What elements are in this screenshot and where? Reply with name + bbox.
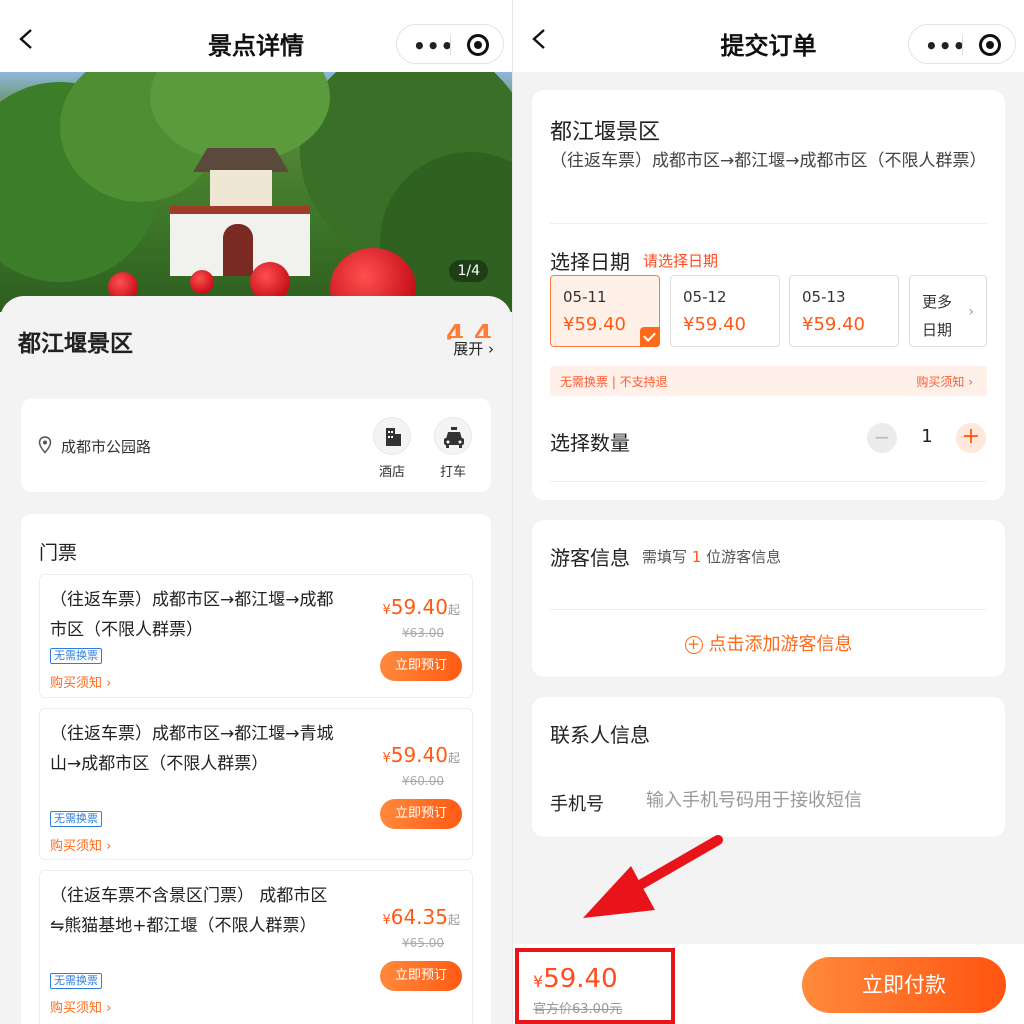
official-price: 官方价63.00元	[533, 1002, 623, 1017]
scenic-detail-panel: 景点详情 ••• 1/4 都江堰景区 4.4 展开 › 成都市公园路 酒店 打车…	[0, 0, 512, 1024]
date-option-price: ¥59.40	[563, 314, 626, 335]
mini-program-capsule[interactable]: •••	[908, 24, 1016, 64]
policy-text: 无需换票 | 不支持退	[560, 375, 668, 389]
order-ticket-desc: （往返车票）成都市区→都江堰→成都市区（不限人群票）	[550, 151, 987, 171]
ticket-item[interactable]: （往返车票）成都市区→都江堰→青城山→成都市区（不限人群票） ¥59.40起 ¥…	[39, 708, 473, 860]
mini-program-capsule[interactable]: •••	[396, 24, 504, 64]
plus-circle-icon: +	[684, 636, 703, 654]
contact-card: 联系人信息 手机号	[532, 697, 1005, 837]
more-dots-icon[interactable]: •••	[925, 34, 966, 58]
book-now-button[interactable]: 立即预订	[380, 799, 462, 829]
quantity-plus-button[interactable]: +	[956, 423, 986, 453]
quantity-minus-button[interactable]: −	[867, 423, 897, 453]
purchase-notice-link[interactable]: 购买须知 ›	[50, 997, 111, 1016]
order-card: 都江堰景区 （往返车票）成都市区→都江堰→成都市区（不限人群票） 选择日期 请选…	[532, 90, 1005, 500]
purchase-notice-link[interactable]: 购买须知 ›	[50, 835, 111, 854]
close-target-icon[interactable]	[979, 34, 1001, 56]
ticket-name: （往返车票）成都市区→都江堰→成都市区（不限人群票）	[50, 590, 334, 640]
nav-bar: 提交订单 •••	[513, 0, 1024, 72]
ticket-price: ¥59.40起	[382, 743, 460, 767]
more-dots-icon[interactable]: •••	[413, 34, 454, 58]
order-spot-name: 都江堰景区	[550, 120, 661, 145]
visitor-title: 游客信息	[550, 546, 630, 570]
ticket-original-price: ¥63.00	[402, 626, 444, 640]
checkmark-icon	[640, 327, 660, 347]
date-label: 选择日期	[550, 250, 630, 274]
pay-now-button[interactable]: 立即付款	[802, 957, 1006, 1013]
hotel-button[interactable]: 酒店	[370, 417, 414, 480]
purchase-notice-link[interactable]: 购买须知 ›	[50, 672, 111, 691]
date-option-price: ¥59.40	[683, 314, 746, 335]
book-now-button[interactable]: 立即预订	[380, 651, 462, 681]
submit-order-panel: 提交订单 ••• 都江堰景区 （往返车票）成都市区→都江堰→成都市区（不限人群票…	[513, 0, 1024, 1024]
ticket-price: ¥59.40起	[382, 595, 460, 619]
ticket-item[interactable]: （往返车票）成都市区→都江堰→成都市区（不限人群票） ¥59.40起 ¥63.0…	[39, 574, 473, 698]
location-pin-icon	[38, 436, 52, 454]
date-option[interactable]: 05-12 ¥59.40	[670, 275, 780, 347]
taxi-label: 打车	[439, 465, 466, 480]
detail-sheet: 都江堰景区 4.4 展开 › 成都市公园路 酒店 打车 门票 （往返车票）成都市…	[0, 296, 512, 1024]
address-card[interactable]: 成都市公园路 酒店 打车	[21, 399, 491, 492]
contact-title: 联系人信息	[550, 723, 650, 747]
date-option[interactable]: 05-13 ¥59.40	[789, 275, 899, 347]
taxi-button[interactable]: 打车	[431, 417, 475, 480]
ticket-original-price: ¥60.00	[402, 774, 444, 788]
quantity-label: 选择数量	[550, 431, 630, 455]
add-visitor-button[interactable]: + 点击添加游客信息	[532, 630, 1005, 656]
checkout-bar: ¥59.40 官方价63.00元 立即付款	[513, 944, 1024, 1024]
close-target-icon[interactable]	[467, 34, 489, 56]
phone-label: 手机号	[550, 794, 604, 815]
ticket-name: （往返车票）成都市区→都江堰→青城山→成都市区（不限人群票）	[50, 724, 334, 774]
visitor-card: 游客信息 需填写 1 位游客信息 + 点击添加游客信息	[532, 520, 1005, 677]
chevron-right-icon: ›	[968, 304, 974, 320]
taxi-icon	[444, 427, 464, 448]
ticket-price: ¥64.35起	[382, 905, 460, 929]
nav-bar: 景点详情 •••	[0, 0, 512, 72]
date-option-date: 05-12	[683, 288, 727, 306]
date-option-date: 05-11	[563, 288, 607, 306]
hotel-label: 酒店	[378, 465, 405, 480]
no-exchange-tag: 无需换票	[50, 648, 102, 664]
ticket-original-price: ¥65.00	[402, 936, 444, 950]
visitor-hint: 需填写 1 位游客信息	[642, 548, 782, 566]
total-price-highlight: ¥59.40 官方价63.00元	[515, 948, 675, 1024]
quantity-value: 1	[921, 426, 933, 447]
total-price: ¥59.40	[533, 964, 618, 994]
phone-input[interactable]	[646, 787, 986, 813]
spot-name: 都江堰景区	[18, 331, 133, 357]
address-text: 成都市公园路	[61, 438, 152, 456]
no-exchange-tag: 无需换票	[50, 973, 102, 989]
photo-counter: 1/4	[449, 260, 488, 282]
date-option-price: ¥59.40	[802, 314, 865, 335]
expand-link[interactable]: 展开 ›	[451, 338, 494, 359]
book-now-button[interactable]: 立即预订	[380, 961, 462, 991]
more-dates-button[interactable]: 更多日期 ›	[909, 275, 987, 347]
scenic-photo[interactable]: 1/4	[0, 72, 512, 312]
tickets-card: 门票 （往返车票）成都市区→都江堰→成都市区（不限人群票） ¥59.40起 ¥6…	[21, 514, 491, 1024]
no-exchange-tag: 无需换票	[50, 811, 102, 827]
date-hint: 请选择日期	[643, 252, 719, 270]
purchase-notice-link[interactable]: 购买须知 ›	[916, 373, 973, 390]
tickets-title: 门票	[39, 542, 78, 564]
date-option-date: 05-13	[802, 288, 846, 306]
date-option[interactable]: 05-11 ¥59.40	[550, 275, 660, 347]
hotel-icon	[386, 428, 401, 446]
ticket-policy-bar: 无需换票 | 不支持退 购买须知 ›	[550, 366, 987, 396]
ticket-item[interactable]: （往返车票不含景区门票） 成都市区⇋熊猫基地+都江堰（不限人群票） ¥64.35…	[39, 870, 473, 1024]
more-dates-label: 更多日期	[922, 293, 953, 339]
ticket-name: （往返车票不含景区门票） 成都市区⇋熊猫基地+都江堰（不限人群票）	[50, 886, 328, 936]
